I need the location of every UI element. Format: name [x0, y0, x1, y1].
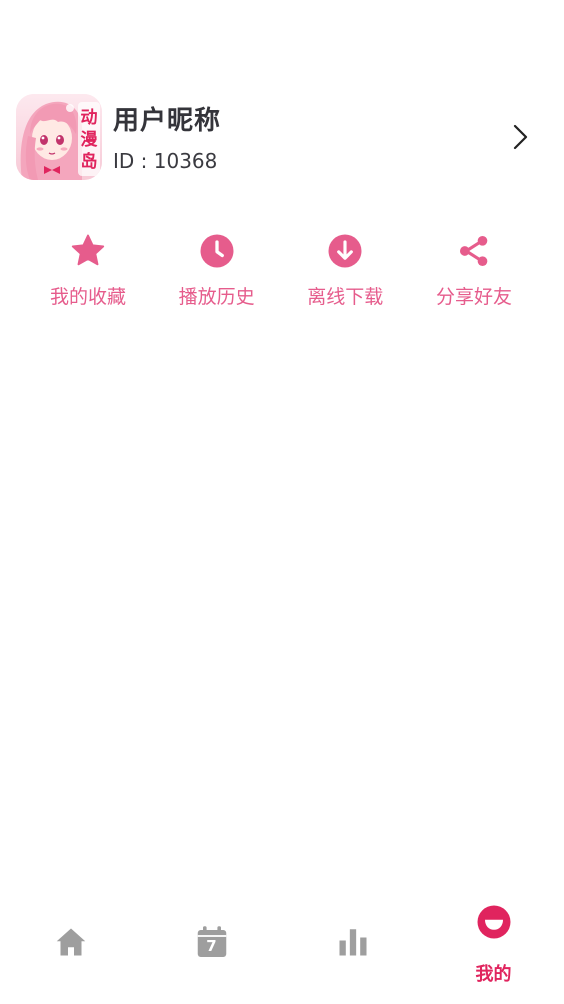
history-label: 播放历史: [178, 286, 255, 308]
tab-mine[interactable]: 我的: [423, 900, 564, 1004]
nickname: 用户昵称: [113, 106, 222, 136]
download-icon: [326, 232, 364, 270]
share-button[interactable]: 分享好友: [424, 232, 524, 312]
calendar-day: 7: [206, 937, 217, 955]
home-icon: [53, 924, 89, 960]
bottom-tab-bar: 7 我的: [0, 900, 564, 1004]
quick-actions: 我的收藏 播放历史 离线下载 分享好友: [38, 232, 524, 312]
offline-download-button[interactable]: 离线下载: [295, 232, 395, 312]
smile-icon: [476, 904, 512, 940]
clock-icon: [198, 232, 236, 270]
tab-mine-label: 我的: [475, 964, 512, 985]
avatar[interactable]: 动漫岛: [16, 94, 102, 180]
favorites-label: 我的收藏: [49, 286, 126, 308]
chevron-right-icon[interactable]: [508, 122, 532, 152]
share-icon: [455, 232, 493, 270]
share-label: 分享好友: [435, 286, 512, 308]
tab-home[interactable]: [0, 900, 141, 1004]
bar-chart-icon: [335, 924, 371, 960]
star-icon: [69, 232, 107, 270]
tab-ranking[interactable]: [282, 900, 423, 1004]
user-id: ID : 10368: [113, 149, 218, 173]
offline-download-label: 离线下载: [307, 286, 384, 308]
calendar-icon: 7: [194, 924, 230, 960]
favorites-button[interactable]: 我的收藏: [38, 232, 138, 312]
tab-schedule[interactable]: 7: [141, 900, 282, 1004]
avatar-badge-text: 动漫岛: [80, 108, 98, 172]
history-button[interactable]: 播放历史: [167, 232, 267, 312]
profile-header[interactable]: 动漫岛 用户昵称 ID : 10368: [16, 94, 548, 180]
